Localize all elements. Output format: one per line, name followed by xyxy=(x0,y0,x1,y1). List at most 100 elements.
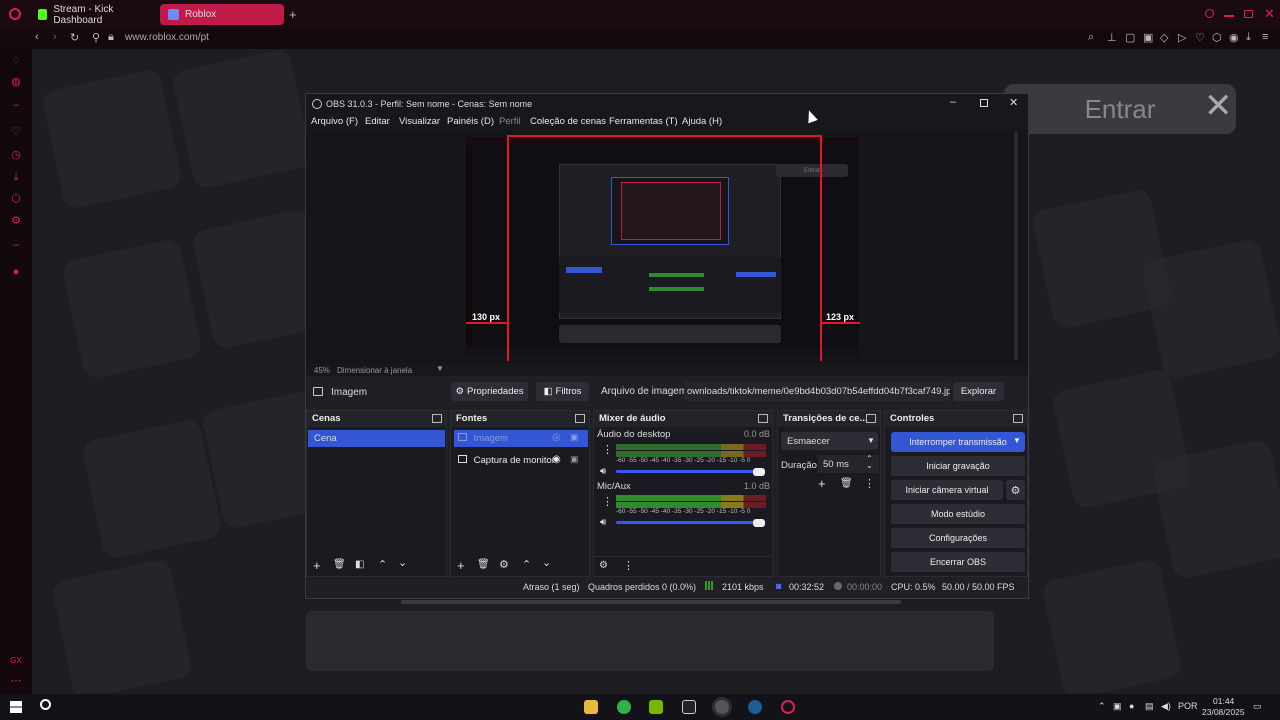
messenger-icon[interactable]: ◍ xyxy=(10,76,22,88)
notifications-icon[interactable]: ▭ xyxy=(1253,701,1262,712)
trash-icon[interactable]: 🗑︎ xyxy=(333,559,346,570)
speaker-icon[interactable]: 🔊︎ xyxy=(600,466,606,477)
kebab-icon[interactable]: ⋮ xyxy=(602,495,613,508)
undock-icon[interactable] xyxy=(1013,414,1023,423)
heart-icon[interactable]: ♡ xyxy=(1195,31,1205,44)
studio-mode-button[interactable]: Modo estúdio xyxy=(891,504,1025,524)
move-down-icon[interactable]: ⌄ xyxy=(542,556,551,569)
history-icon[interactable]: ◷ xyxy=(10,149,22,161)
move-down-icon[interactable]: ⌄ xyxy=(398,556,407,569)
filter-icon[interactable]: ◧ xyxy=(355,559,364,570)
zoom-mode[interactable]: Dimensionar à janela xyxy=(337,366,412,375)
transition-select[interactable]: Esmaecer ▼ xyxy=(781,432,878,450)
clock-date[interactable]: 23/08/2025 xyxy=(1202,707,1245,717)
trash-icon[interactable]: 🗑︎ xyxy=(840,478,853,489)
menu-colecao-cenas[interactable]: Coleção de cenas xyxy=(530,116,606,127)
snapshot-icon[interactable]: ▢ xyxy=(1125,31,1135,44)
clock-time[interactable]: 01:44 xyxy=(1213,696,1234,706)
menu-editar[interactable]: Editar xyxy=(365,116,390,127)
tab-roblox[interactable]: Roblox xyxy=(160,4,284,25)
gx-icon[interactable]: GX xyxy=(10,655,22,667)
xbox-icon[interactable] xyxy=(617,700,631,714)
zoom-icon[interactable]: ⌕ xyxy=(1088,31,1094,44)
kebab-icon[interactable]: ⋮ xyxy=(602,443,613,456)
browse-button[interactable]: Explorar xyxy=(953,382,1004,401)
horizontal-scrollbar[interactable] xyxy=(401,600,901,604)
kebab-icon[interactable]: ⋮ xyxy=(623,559,634,572)
reload-icon[interactable]: ↻ xyxy=(70,31,79,44)
menu-ajuda[interactable]: Ajuda (H) xyxy=(682,116,722,127)
undock-icon[interactable] xyxy=(432,414,442,423)
security-icon[interactable]: ⚲ xyxy=(92,31,100,44)
obs-minimize-icon[interactable]: – xyxy=(950,96,956,108)
more-icon[interactable]: ⋯ xyxy=(10,675,22,687)
speaker-icon[interactable]: 🔊︎ xyxy=(600,517,606,528)
add-icon[interactable]: + xyxy=(313,558,321,573)
tray-chevron-icon[interactable]: ⌃ xyxy=(1098,701,1106,712)
preview-scrollbar[interactable] xyxy=(1014,132,1018,360)
tray-app-icon[interactable]: ▣ xyxy=(1113,701,1122,712)
settings-icon[interactable]: ⚙ xyxy=(10,215,22,227)
start-virtual-camera-button[interactable]: Iniciar câmera virtual xyxy=(891,480,1003,500)
opera-logo-icon[interactable] xyxy=(9,8,21,20)
stop-streaming-button[interactable]: Interromper transmissão ▼ xyxy=(891,432,1025,452)
spin-down-icon[interactable]: ⌄ xyxy=(866,461,873,470)
gear-icon[interactable]: ⚙ xyxy=(499,558,509,571)
wallet-icon[interactable]: ▣ xyxy=(1143,31,1153,44)
search-tabs-icon[interactable] xyxy=(1205,9,1214,18)
add-icon[interactable]: + xyxy=(457,558,465,573)
menu-arquivo[interactable]: Arquivo (F) xyxy=(311,116,358,127)
image-path-field[interactable]: ownloads/tiktok/meme/0e9bd4b03d07b54effd… xyxy=(684,382,950,401)
trash-icon[interactable]: 🗑︎ xyxy=(477,559,490,570)
microphone-icon[interactable]: ● xyxy=(1129,701,1134,711)
crop-bounding-box[interactable] xyxy=(507,135,822,361)
tab-kick-dashboard[interactable]: Stream - Kick Dashboard xyxy=(30,4,156,26)
properties-button[interactable]: ⚙ Propriedades xyxy=(451,382,528,401)
undock-icon[interactable] xyxy=(758,414,768,423)
filters-button[interactable]: ◧ Filtros xyxy=(536,382,589,401)
new-tab-button[interactable]: + xyxy=(289,7,297,22)
source-item-image[interactable]: Imagem ◎ ▣ xyxy=(454,430,588,447)
eye-hidden-icon[interactable]: ◎ xyxy=(552,432,561,443)
volume-handle[interactable] xyxy=(753,519,765,527)
menu-visualizar[interactable]: Visualizar xyxy=(399,116,440,127)
menu-icon[interactable]: ≡ xyxy=(1262,31,1268,43)
advanced-audio-icon[interactable]: ⚙ xyxy=(599,560,608,571)
extensions-side-icon[interactable]: ⬡ xyxy=(10,193,22,205)
scene-item[interactable]: Cena xyxy=(308,430,445,447)
obs-close-icon[interactable]: ✕ xyxy=(1009,96,1018,109)
volume-icon[interactable]: ◀) xyxy=(1161,701,1171,712)
obs-taskbar-icon[interactable] xyxy=(715,700,729,714)
downloads-icon[interactable]: ⤓ xyxy=(10,171,22,183)
virtual-camera-settings-icon[interactable]: ⚙ xyxy=(1006,480,1025,500)
shield-icon[interactable]: ◇ xyxy=(1160,31,1168,44)
user-badge-icon[interactable]: ● xyxy=(10,266,22,278)
undock-icon[interactable] xyxy=(866,414,876,423)
player-icon[interactable]: ▷ xyxy=(1178,31,1186,44)
volume-slider[interactable] xyxy=(616,470,764,473)
menu-paineis[interactable]: Painéis (D) xyxy=(447,116,494,127)
start-recording-button[interactable]: Iniciar gravação xyxy=(891,456,1025,476)
language-indicator[interactable]: POR xyxy=(1178,701,1198,711)
menu-perfil[interactable]: Perfil xyxy=(499,116,521,127)
kebab-icon[interactable]: ⋮ xyxy=(864,477,875,490)
back-icon[interactable]: ‹ xyxy=(35,31,39,43)
aria-icon[interactable]: ◌ xyxy=(10,54,22,66)
network-icon[interactable]: ▤ xyxy=(1145,701,1154,712)
restore-icon[interactable] xyxy=(1244,10,1253,18)
add-icon[interactable]: + xyxy=(818,476,826,491)
chevron-down-icon[interactable]: ▼ xyxy=(436,364,444,373)
menu-ferramentas[interactable]: Ferramentas (T) xyxy=(609,116,678,127)
minimize-icon[interactable] xyxy=(1224,15,1234,17)
exit-obs-button[interactable]: Encerrar OBS xyxy=(891,552,1025,572)
audio-app-icon[interactable] xyxy=(682,700,696,714)
settings-button[interactable]: Configurações xyxy=(891,528,1025,548)
chevron-down-icon[interactable]: ▼ xyxy=(1013,436,1021,445)
zoom-level[interactable]: 45% xyxy=(314,366,330,375)
undock-icon[interactable] xyxy=(575,414,585,423)
search-icon[interactable] xyxy=(40,699,51,710)
login-button[interactable]: Entrar xyxy=(1004,84,1236,134)
extensions-icon[interactable]: ⬡ xyxy=(1212,31,1222,44)
source-item-monitor[interactable]: Captura de monitor ◉ ▣ xyxy=(454,452,588,469)
opera-gx-icon[interactable] xyxy=(781,700,795,714)
